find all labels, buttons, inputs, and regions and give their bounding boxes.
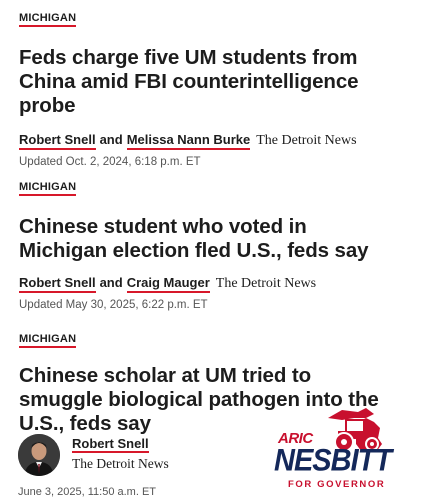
headline-line: Michigan election fled U.S., feds say (19, 239, 369, 262)
byline: Robert Snell and Melissa Nann Burke The … (19, 132, 418, 150)
author-link[interactable]: Robert Snell (72, 436, 149, 453)
ad-tagline: FOR GOVERNOR (288, 479, 386, 490)
article-headline[interactable]: Feds charge five UM students from China … (19, 46, 418, 118)
article-card-2[interactable]: MICHIGAN Chinese student who voted in Mi… (19, 177, 418, 312)
updated-timestamp: Updated May 30, 2025, 6:22 p.m. ET (19, 299, 208, 311)
author-link[interactable]: Robert Snell (19, 132, 96, 150)
campaign-ad[interactable]: ARIC NESBITT FOR GOVERNOR (270, 404, 420, 496)
headline-line: probe (19, 94, 76, 117)
headline-line: China amid FBI counterintelligence (19, 70, 359, 93)
outlet-name: The Detroit News (72, 456, 169, 471)
updated-timestamp: June 3, 2025, 11:50 a.m. ET (18, 486, 156, 498)
ad-name-last: NESBITT (274, 442, 392, 479)
author-link[interactable]: Craig Mauger (126, 275, 210, 293)
headline-line: Feds charge five UM students from (19, 46, 358, 69)
author-avatar[interactable] (18, 434, 60, 476)
byline-conjunction: and (99, 132, 123, 147)
author-block: Robert Snell The Detroit News June 3, 20… (18, 430, 238, 500)
article-card-1[interactable]: MICHIGAN Feds charge five UM students fr… (19, 8, 418, 169)
byline: Robert Snell and Craig Mauger The Detroi… (19, 275, 418, 293)
outlet-name: The Detroit News (215, 276, 317, 291)
article-headline[interactable]: Chinese student who voted in Michigan el… (19, 215, 418, 263)
section-tag[interactable]: MICHIGAN (19, 12, 77, 27)
updated-timestamp: Updated Oct. 2, 2024, 6:18 p.m. ET (19, 156, 201, 168)
headline-line: Chinese student who voted in (19, 215, 307, 238)
outlet-name: The Detroit News (256, 133, 357, 148)
headline-line: Chinese scholar at UM tried to (19, 364, 312, 387)
author-link[interactable]: Melissa Nann Burke (126, 132, 251, 150)
byline-conjunction: and (99, 275, 123, 290)
section-tag[interactable]: MICHIGAN (19, 333, 77, 348)
author-link[interactable]: Robert Snell (19, 275, 96, 293)
section-tag[interactable]: MICHIGAN (19, 181, 77, 196)
